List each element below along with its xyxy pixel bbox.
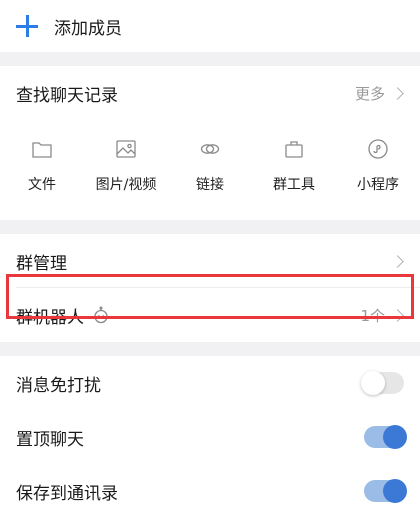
save-to-contacts-label: 保存到通讯录 — [16, 483, 118, 504]
group-management-label: 群管理 — [16, 253, 67, 274]
category-label: 小程序 — [357, 177, 399, 193]
chevron-right-icon — [391, 86, 404, 100]
image-icon — [116, 140, 136, 158]
do-not-disturb-row: 消息免打扰 — [0, 356, 420, 410]
pin-chat-toggle[interactable] — [364, 425, 407, 449]
chevron-right-icon — [391, 308, 404, 322]
group-robot-row[interactable]: 群机器人 1个 — [0, 288, 420, 342]
category-mini-programs[interactable]: 小程序 — [338, 138, 418, 194]
chat-settings-section: 消息免打扰 置顶聊天 保存到通讯录 — [0, 356, 420, 515]
category-group-tools[interactable]: 群工具 — [254, 138, 334, 194]
category-label: 图片/视频 — [95, 177, 157, 193]
search-category-grid: 文件 图片/视频 链接 群工具 小程序 — [0, 120, 420, 220]
robot-icon — [94, 306, 108, 324]
category-images-videos[interactable]: 图片/视频 — [86, 138, 166, 194]
category-files[interactable]: 文件 — [2, 138, 82, 194]
category-label: 文件 — [28, 177, 56, 193]
section-gap — [0, 52, 420, 66]
group-robot-count: 1个 — [360, 306, 385, 325]
pin-chat-label: 置顶聊天 — [16, 429, 84, 450]
add-member-label: 添加成员 — [54, 18, 122, 39]
category-links[interactable]: 链接 — [170, 138, 250, 194]
chevron-right-icon — [391, 254, 404, 268]
folder-icon — [32, 142, 52, 158]
group-management-row[interactable]: 群管理 — [0, 234, 420, 288]
do-not-disturb-label: 消息免打扰 — [16, 375, 101, 396]
group-section: 群管理 群机器人 1个 — [0, 234, 420, 342]
search-history-title: 查找聊天记录 — [16, 85, 118, 106]
link-icon — [200, 144, 220, 154]
save-to-contacts-row: 保存到通讯录 — [0, 464, 420, 515]
search-history-section: 查找聊天记录 更多 文件 图片/视频 链接 群工具 小程序 — [0, 66, 420, 220]
group-robot-label: 群机器人 — [16, 307, 84, 328]
section-gap — [0, 220, 420, 234]
mini-program-icon — [368, 139, 388, 159]
category-label: 链接 — [196, 177, 224, 193]
category-label: 群工具 — [273, 177, 315, 193]
plus-icon — [14, 13, 40, 39]
section-gap — [0, 342, 420, 356]
search-history-row[interactable]: 查找聊天记录 更多 — [0, 66, 420, 120]
pin-chat-row: 置顶聊天 — [0, 410, 420, 464]
add-member-row[interactable]: 添加成员 — [0, 0, 420, 52]
more-link[interactable]: 更多 — [355, 83, 385, 104]
do-not-disturb-toggle[interactable] — [361, 371, 404, 395]
save-to-contacts-toggle[interactable] — [364, 479, 407, 503]
briefcase-icon — [285, 141, 303, 158]
